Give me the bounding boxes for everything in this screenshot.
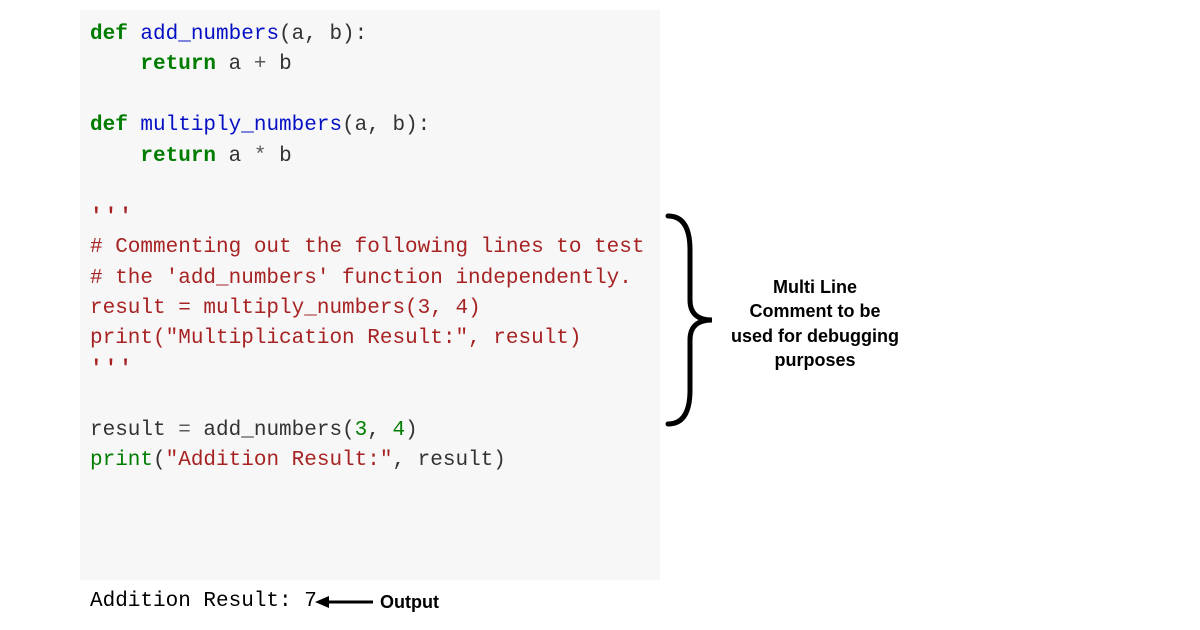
number: 3 [355, 419, 368, 442]
arrow-left-icon [315, 592, 375, 612]
call-expr: add_numbers( [191, 419, 355, 442]
string-literal: "Addition Result:" [166, 449, 393, 472]
curly-brace-icon [660, 210, 720, 430]
keyword-def: def [90, 23, 128, 46]
code-block: def add_numbers(a, b): return a + b def … [80, 10, 660, 580]
output-text: Addition Result: 7 [90, 590, 317, 613]
commented-code: print("Multiplication Result:", result) [90, 327, 582, 350]
rest-args: , result) [392, 449, 505, 472]
var-result: result [90, 419, 178, 442]
params: (a, b): [342, 114, 430, 137]
comma: , [367, 419, 392, 442]
annotation-text: Multi Line Comment to be used for debugg… [730, 275, 900, 372]
var-a: a [229, 145, 242, 168]
builtin-print: print [90, 449, 153, 472]
commented-code: result = multiply_numbers(3, 4) [90, 297, 481, 320]
close-paren: ) [405, 419, 418, 442]
output-label: Output [380, 592, 439, 613]
indent [90, 145, 140, 168]
keyword-return: return [140, 53, 216, 76]
comment-line: # the 'add_numbers' function independent… [90, 267, 632, 290]
comment-line: # Commenting out the following lines to … [90, 236, 645, 259]
var-b: b [279, 145, 292, 168]
params: (a, b): [279, 23, 367, 46]
var-a: a [229, 53, 242, 76]
triple-quote-close: ''' [90, 358, 134, 381]
indent [90, 53, 140, 76]
keyword-return: return [140, 145, 216, 168]
var-b: b [279, 53, 292, 76]
function-name: add_numbers [140, 23, 279, 46]
operator-equals: = [178, 419, 191, 442]
number: 4 [392, 419, 405, 442]
function-name: multiply_numbers [140, 114, 342, 137]
open-paren: ( [153, 449, 166, 472]
operator-star: * [254, 145, 267, 168]
triple-quote-open: ''' [90, 206, 134, 229]
keyword-def: def [90, 114, 128, 137]
operator-plus: + [254, 53, 267, 76]
